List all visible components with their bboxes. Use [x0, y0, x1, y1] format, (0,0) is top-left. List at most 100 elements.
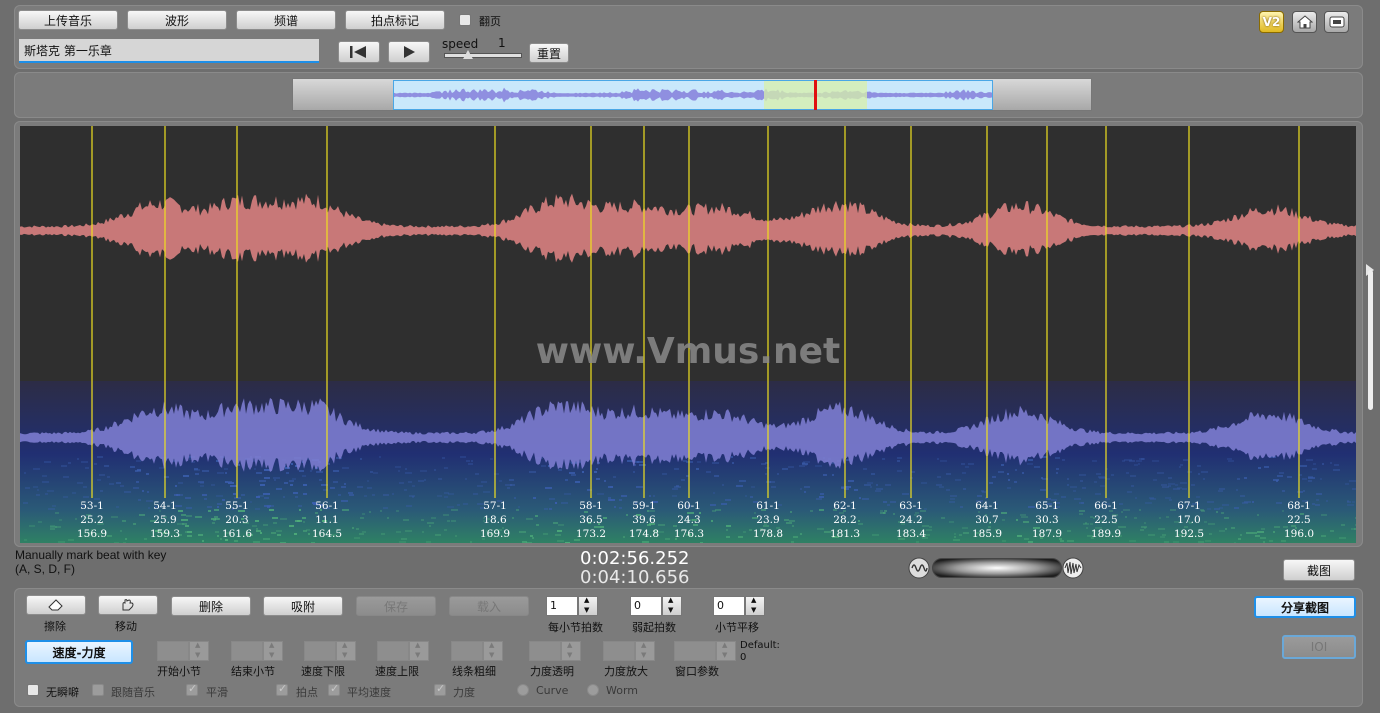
curve-radio[interactable] [517, 684, 529, 696]
song-title-field[interactable]: 斯塔克 第一乐章 [19, 39, 319, 63]
spectrogram-cell [372, 494, 375, 496]
bar-shift-arrows[interactable] [745, 596, 765, 616]
line-width-stepper[interactable] [451, 641, 503, 663]
spectrogram-cell [303, 493, 307, 495]
spectrogram-cell [81, 461, 88, 463]
overview-visible-range[interactable] [393, 80, 993, 110]
overview-track[interactable] [292, 78, 1092, 111]
window-button[interactable] [1324, 11, 1349, 33]
avg-speed-checkbox[interactable] [328, 682, 340, 696]
end-bar-stepper[interactable] [231, 641, 283, 663]
speed-upper-stepper[interactable] [377, 641, 429, 663]
reset-speed-button[interactable]: 重置 [529, 43, 569, 63]
force-alpha-value[interactable] [529, 641, 561, 661]
spectrogram-cell [1244, 477, 1247, 479]
erase-button[interactable] [26, 595, 86, 615]
upbeat-stepper[interactable]: 0 [630, 596, 682, 618]
load-button[interactable]: 载入 [449, 596, 529, 616]
spectrogram-cell [558, 524, 564, 526]
volume-control[interactable] [908, 556, 1084, 580]
beat-mark-button[interactable]: 拍点标记 [345, 10, 445, 30]
volume-slider[interactable] [932, 558, 1062, 578]
overview-playhead[interactable] [814, 80, 817, 110]
line-width-value[interactable] [451, 641, 483, 661]
spectrogram-cell [159, 467, 164, 469]
share-screenshot-button[interactable]: 分享截图 [1254, 596, 1356, 618]
start-bar-stepper[interactable] [157, 641, 209, 663]
line-width-arrows[interactable] [483, 641, 503, 661]
speed-slider-handle[interactable] [463, 50, 473, 59]
spectrogram-cell [867, 482, 873, 484]
spectrogram-cell [263, 524, 268, 526]
end-bar-value[interactable] [231, 641, 263, 661]
smooth-label: 平滑 [206, 686, 228, 699]
worm-radio[interactable] [587, 684, 599, 696]
window-param-value[interactable] [674, 641, 716, 661]
follow-music-checkbox[interactable] [92, 684, 104, 696]
speed-lower-arrows[interactable] [336, 641, 356, 661]
speed-lower-stepper[interactable] [304, 641, 356, 663]
force-checkbox[interactable] [434, 682, 446, 696]
snap-button[interactable]: 吸附 [263, 596, 343, 616]
ioi-button[interactable]: IOI [1282, 635, 1356, 659]
start-bar-arrows[interactable] [189, 641, 209, 661]
bar-shift-stepper[interactable]: 0 [713, 596, 765, 618]
spectrogram-cell [1027, 463, 1033, 465]
spectrum-button[interactable]: 频谱 [236, 10, 336, 30]
spectrogram-cell [636, 486, 643, 488]
beats-per-bar-stepper[interactable]: 1 [546, 596, 598, 618]
window-param-stepper[interactable] [674, 641, 736, 663]
spectrogram-cell [543, 533, 548, 535]
flip-page-checkbox[interactable] [459, 14, 471, 26]
spectrogram-cell [225, 472, 227, 474]
smooth-checkbox[interactable] [186, 682, 198, 696]
beat-tempo: 24.3 [677, 514, 701, 526]
waveform-button[interactable]: 波形 [127, 10, 227, 30]
spectrogram-cell [1179, 466, 1181, 468]
spectrogram-cell [136, 481, 139, 483]
bar-shift-value[interactable]: 0 [713, 596, 745, 616]
speed-force-button[interactable]: 速度-力度 [25, 640, 133, 664]
speed-lower-value[interactable] [304, 641, 336, 661]
force-alpha-arrows[interactable] [561, 641, 581, 661]
home-button[interactable] [1292, 11, 1317, 33]
force-alpha-label: 力度透明 [530, 665, 574, 678]
vertical-scrollbar[interactable] [1368, 270, 1373, 410]
play-button[interactable] [388, 41, 430, 63]
upbeat-arrows[interactable] [662, 596, 682, 616]
beat-checkbox[interactable] [276, 682, 288, 696]
force-zoom-arrows[interactable] [635, 641, 655, 661]
window-param-arrows[interactable] [716, 641, 736, 661]
spectrogram-cell [954, 536, 956, 538]
upbeat-value[interactable]: 0 [630, 596, 662, 616]
delete-button[interactable]: 删除 [171, 596, 251, 616]
skip-start-button[interactable] [338, 41, 380, 63]
screenshot-button[interactable]: 截图 [1283, 559, 1355, 581]
speed-slider[interactable] [444, 50, 522, 59]
v2-button[interactable]: V2 [1259, 11, 1284, 33]
spectrogram-cell [1198, 541, 1204, 543]
upload-music-button[interactable]: 上传音乐 [18, 10, 118, 30]
speed-upper-value[interactable] [377, 641, 409, 661]
beats-per-bar-arrows[interactable] [578, 596, 598, 616]
waveform-view[interactable]: www.Vmus.net 53-1 25.2 156.9 54-1 25.9 159.3 5… [20, 126, 1356, 543]
silent-checkbox[interactable] [27, 684, 39, 696]
force-zoom-value[interactable] [603, 641, 635, 661]
end-bar-arrows[interactable] [263, 641, 283, 661]
save-button[interactable]: 保存 [356, 596, 436, 616]
home-icon [1296, 15, 1313, 29]
spectrogram-cell [1345, 483, 1349, 485]
spectrogram-cell [880, 510, 883, 512]
spectrogram-cell [722, 484, 724, 486]
start-bar-value[interactable] [157, 641, 189, 661]
spectrogram-cell [444, 467, 448, 469]
move-button[interactable] [98, 595, 158, 615]
beats-per-bar-value[interactable]: 1 [546, 596, 578, 616]
spectrogram-cell [274, 479, 276, 481]
spectrogram-cell [1127, 491, 1132, 493]
beat-time: 156.9 [76, 528, 108, 540]
force-zoom-stepper[interactable] [603, 641, 655, 663]
speed-upper-arrows[interactable] [409, 641, 429, 661]
force-alpha-stepper[interactable] [529, 641, 581, 663]
beat-bar: 67-1 [1177, 500, 1201, 512]
